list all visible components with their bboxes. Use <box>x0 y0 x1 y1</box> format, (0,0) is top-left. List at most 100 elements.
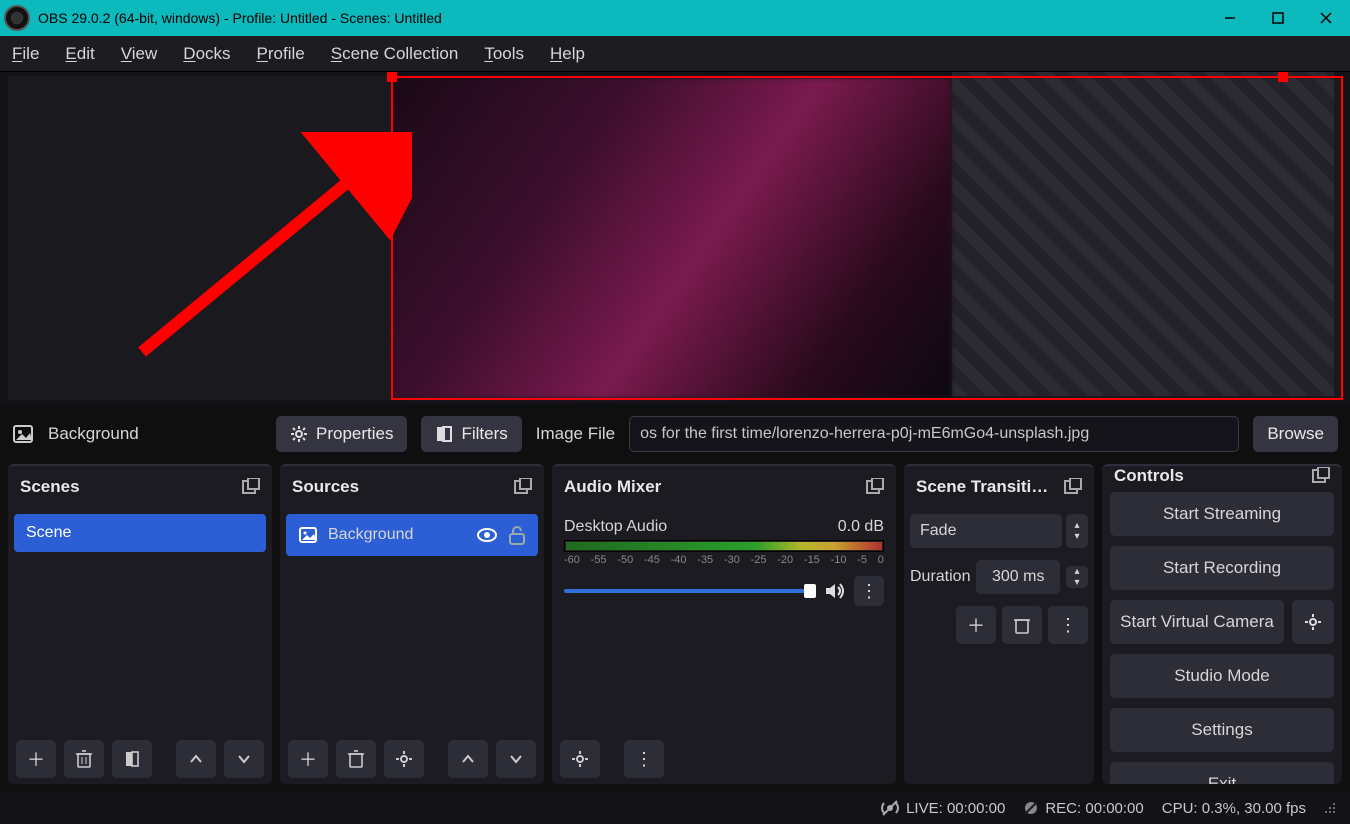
trash-icon <box>348 750 364 768</box>
menu-edit[interactable]: Edit <box>65 44 94 64</box>
image-path-field[interactable]: os for the first time/lorenzo-herrera-p0… <box>629 416 1239 452</box>
live-status: LIVE: 00:00:00 <box>906 800 1005 817</box>
source-item[interactable]: Background <box>286 514 538 556</box>
titlebar: OBS 29.0.2 (64-bit, windows) - Profile: … <box>0 0 1350 36</box>
settings-button[interactable]: Settings <box>1110 708 1334 752</box>
gear-icon <box>395 750 413 768</box>
duration-field[interactable]: 300 ms <box>976 560 1060 594</box>
mixer-more-button[interactable]: ⋮ <box>854 576 884 606</box>
start-virtual-camera-button[interactable]: Start Virtual Camera <box>1110 600 1284 644</box>
popout-icon[interactable] <box>866 478 884 496</box>
transition-more-button[interactable]: ⋮ <box>1048 606 1088 644</box>
scene-up-button[interactable] <box>176 740 216 778</box>
chevron-up-icon <box>461 752 475 766</box>
source-properties-button[interactable] <box>384 740 424 778</box>
cpu-status: CPU: 0.3%, 30.00 fps <box>1162 800 1306 817</box>
add-transition-button[interactable]: ＋ <box>956 606 996 644</box>
scenes-panel: Scenes Scene ＋ <box>8 464 272 784</box>
add-source-button[interactable]: ＋ <box>288 740 328 778</box>
chevron-up-icon <box>189 752 203 766</box>
studio-mode-button[interactable]: Studio Mode <box>1110 654 1334 698</box>
meter-ticks: -60-55-50-45-40-35-30-25-20-15-10-50 <box>564 554 884 566</box>
resize-grip-icon[interactable] <box>1324 802 1336 814</box>
properties-button[interactable]: Properties <box>276 416 407 452</box>
menu-docks[interactable]: Docks <box>183 44 230 64</box>
speaker-icon[interactable] <box>824 581 846 601</box>
filter-vert-icon <box>124 751 140 767</box>
image-icon <box>12 423 34 445</box>
mixer-settings-button[interactable] <box>560 740 600 778</box>
minimize-button[interactable] <box>1206 0 1254 36</box>
delete-transition-button[interactable] <box>1002 606 1042 644</box>
popout-icon[interactable] <box>242 478 260 496</box>
controls-panel: Controls Start Streaming Start Recording… <box>1102 464 1342 784</box>
gear-icon <box>1304 613 1322 631</box>
chevron-down-icon <box>509 752 523 766</box>
eye-icon[interactable] <box>476 524 498 546</box>
menu-view[interactable]: View <box>121 44 158 64</box>
record-off-icon <box>1023 800 1039 816</box>
resize-handle-top-right[interactable] <box>1278 72 1288 82</box>
resize-handle-top-left[interactable] <box>387 72 397 82</box>
mixer-menu-button[interactable]: ⋮ <box>624 740 664 778</box>
popout-icon[interactable] <box>1312 467 1330 485</box>
start-streaming-button[interactable]: Start Streaming <box>1110 492 1334 536</box>
controls-title: Controls <box>1114 466 1184 486</box>
gear-icon <box>290 425 308 443</box>
broadcast-off-icon <box>880 798 900 818</box>
app-logo-icon <box>4 5 30 31</box>
transitions-panel: Scene Transiti… Fade ▴▾ Duration 300 ms … <box>904 464 1094 784</box>
filters-icon <box>435 425 453 443</box>
image-icon <box>298 525 318 545</box>
menu-bar: File Edit View Docks Profile Scene Colle… <box>0 36 1350 72</box>
mixer-title: Audio Mixer <box>564 477 661 497</box>
menu-help[interactable]: Help <box>550 44 585 64</box>
sources-panel: Sources Background ＋ <box>280 464 544 784</box>
mixer-track-name: Desktop Audio <box>564 518 667 536</box>
sources-title: Sources <box>292 477 359 497</box>
selected-source-name: Background <box>48 424 139 444</box>
chevron-down-icon <box>237 752 251 766</box>
scene-item[interactable]: Scene <box>14 514 266 552</box>
mixer-level: 0.0 dB <box>838 518 884 536</box>
exit-button[interactable]: Exit <box>1110 762 1334 784</box>
browse-button[interactable]: Browse <box>1253 416 1338 452</box>
scenes-title: Scenes <box>20 477 80 497</box>
image-file-label: Image File <box>536 424 615 444</box>
scene-down-button[interactable] <box>224 740 264 778</box>
start-recording-button[interactable]: Start Recording <box>1110 546 1334 590</box>
window-title: OBS 29.0.2 (64-bit, windows) - Profile: … <box>38 10 442 26</box>
menu-tools[interactable]: Tools <box>484 44 524 64</box>
maximize-button[interactable] <box>1254 0 1302 36</box>
duration-label: Duration <box>910 568 970 586</box>
trash-icon <box>76 750 92 768</box>
rec-status: REC: 00:00:00 <box>1045 800 1143 817</box>
popout-icon[interactable] <box>1064 478 1082 496</box>
context-toolbar: Background Properties Filters Image File… <box>0 404 1350 464</box>
menu-scene-collection[interactable]: Scene Collection <box>331 44 459 64</box>
close-button[interactable] <box>1302 0 1350 36</box>
delete-source-button[interactable] <box>336 740 376 778</box>
delete-scene-button[interactable] <box>64 740 104 778</box>
scene-filters-button[interactable] <box>112 740 152 778</box>
transition-select-spinner[interactable]: ▴▾ <box>1066 514 1088 548</box>
source-up-button[interactable] <box>448 740 488 778</box>
transitions-title: Scene Transiti… <box>916 477 1048 497</box>
audio-meter <box>564 540 884 552</box>
status-bar: LIVE: 00:00:00 REC: 00:00:00 CPU: 0.3%, … <box>0 792 1350 824</box>
popout-icon[interactable] <box>514 478 532 496</box>
gear-icon <box>571 750 589 768</box>
duration-spinner[interactable]: ▴▾ <box>1066 566 1088 588</box>
transition-select[interactable]: Fade <box>910 514 1062 548</box>
source-down-button[interactable] <box>496 740 536 778</box>
selection-bounding-box[interactable] <box>391 76 1343 400</box>
preview-area[interactable] <box>0 72 1350 404</box>
menu-profile[interactable]: Profile <box>257 44 305 64</box>
lock-open-icon[interactable] <box>508 525 526 545</box>
trash-icon <box>1014 616 1030 634</box>
menu-file[interactable]: File <box>12 44 39 64</box>
volume-slider[interactable] <box>564 589 816 593</box>
add-scene-button[interactable]: ＋ <box>16 740 56 778</box>
filters-button[interactable]: Filters <box>421 416 521 452</box>
virtual-camera-settings-button[interactable] <box>1292 600 1334 644</box>
